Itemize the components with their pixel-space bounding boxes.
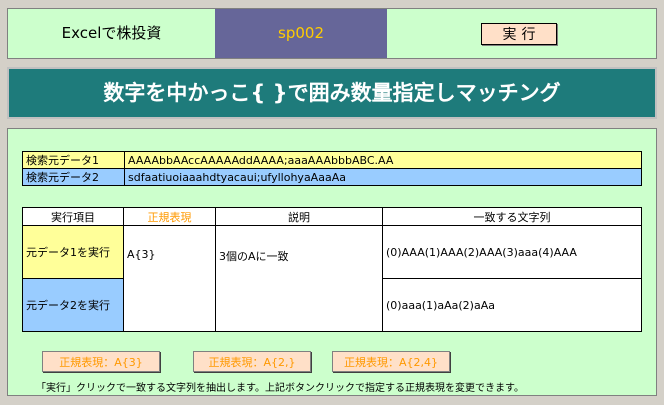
source-label-2: 検索元データ2 — [22, 168, 125, 186]
header-run-item: 実行項目 — [22, 207, 124, 226]
app-title: Excelで株投資 — [61, 24, 162, 42]
run-data1-button[interactable]: 元データ1を実行 — [22, 225, 124, 279]
description-cell: 3個のAに一致 — [215, 225, 383, 332]
top-bar: Excelで株投資 sp002 実行 — [7, 8, 657, 59]
regex-cell: A{3} — [123, 225, 216, 332]
run-button[interactable]: 実行 — [481, 23, 557, 45]
sheet-code: sp002 — [215, 9, 387, 58]
result-table: 実行項目 正規表現 説明 一致する文字列 元データ1を実行 A{3} 3個のAに… — [22, 207, 642, 332]
regex-a2-plus-button[interactable]: 正規表現：A{2,} — [193, 351, 311, 372]
source-value-2[interactable]: sdfaatiuoiaaahdtyacaui;ufyllohyaAaaAa — [124, 168, 642, 186]
match-cell-2: (0)aaa(1)aAa(2)aAa — [382, 278, 642, 332]
table-row: 元データ1を実行 A{3} 3個のAに一致 (0)AAA(1)AAA(2)AAA… — [22, 225, 642, 332]
source-data-table: 検索元データ1 AAAAbbAAccAAAAAddAAAA;aaaAAAbbbA… — [22, 151, 642, 186]
source-row-1: 検索元データ1 AAAAbbAAccAAAAAddAAAA;aaaAAAbbbA… — [22, 151, 642, 169]
main-panel: 検索元データ1 AAAAbbAAccAAAAAddAAAA;aaaAAAbbbA… — [7, 128, 657, 396]
regex-a2-4-button[interactable]: 正規表現：A{2,4} — [332, 351, 450, 372]
match-cell-1: (0)AAA(1)AAA(2)AAA(3)aaa(4)AAA — [382, 225, 642, 279]
result-header-row: 実行項目 正規表現 説明 一致する文字列 — [22, 207, 642, 226]
source-label-1: 検索元データ1 — [22, 151, 125, 169]
header-matches: 一致する文字列 — [382, 207, 642, 226]
header-description: 説明 — [215, 207, 383, 226]
regex-a3-button[interactable]: 正規表現：A{3} — [42, 351, 160, 372]
header-regex: 正規表現 — [123, 207, 216, 226]
source-value-1[interactable]: AAAAbbAAccAAAAAddAAAA;aaaAAAbbbABC.AA — [124, 151, 642, 169]
source-row-2: 検索元データ2 sdfaatiuoiaaahdtyacaui;ufyllohya… — [22, 168, 642, 186]
run-data2-button[interactable]: 元データ2を実行 — [22, 278, 124, 332]
footer-note: 「実行」クリックで一致する文字列を抽出します。上記ボタンクリックで指定する正規表… — [36, 383, 524, 394]
page-title: 数字を中かっこ{ }で囲み数量指定しマッチング — [7, 67, 657, 119]
